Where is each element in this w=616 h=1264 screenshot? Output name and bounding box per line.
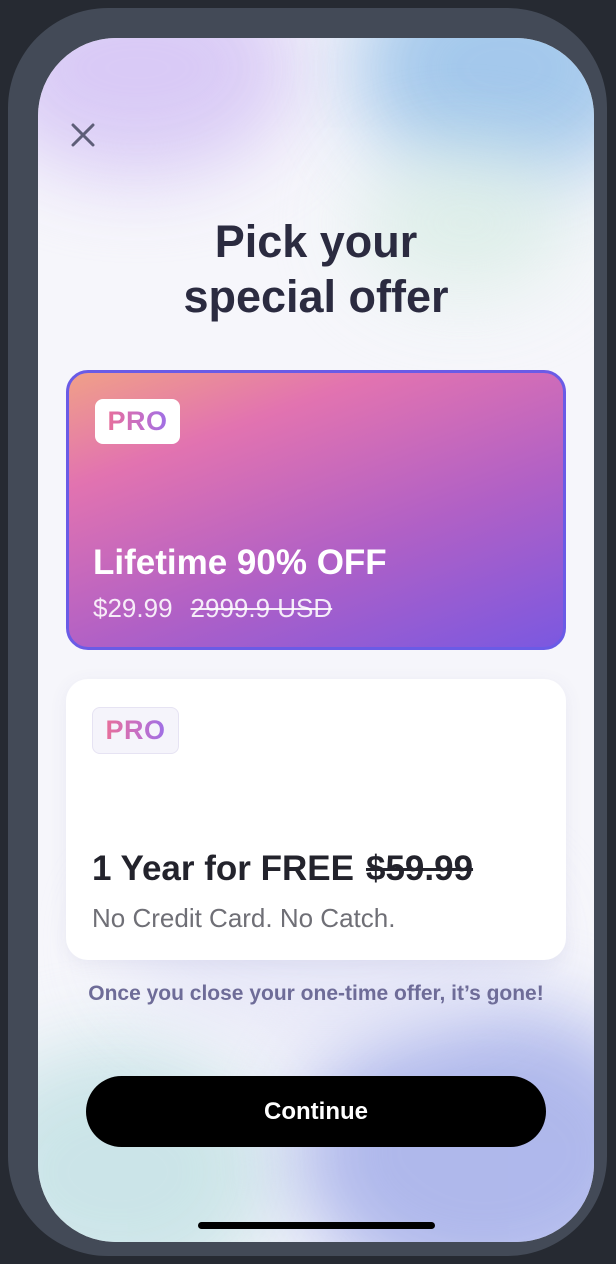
- pro-badge-label: PRO: [107, 406, 168, 436]
- pro-badge-label: PRO: [105, 715, 166, 745]
- page-title-line: Pick your: [214, 216, 418, 267]
- close-icon: [71, 123, 95, 147]
- offer-title: Lifetime 90% OFF: [93, 543, 387, 582]
- offer-title-row: 1 Year for FREE $59.99: [92, 849, 473, 889]
- pro-badge: PRO: [92, 707, 179, 754]
- offer-price: $29.99: [93, 593, 173, 623]
- offer-subtitle: No Credit Card. No Catch.: [92, 903, 396, 933]
- offer-original-price: $59.99: [365, 849, 474, 888]
- continue-button[interactable]: Continue: [86, 1076, 546, 1147]
- offer-card-lifetime[interactable]: PRO Lifetime 90% OFF $29.99 2999.9 USD: [66, 370, 566, 650]
- pro-badge: PRO: [95, 399, 180, 444]
- offer-title: 1 Year for FREE: [92, 849, 354, 888]
- background-glow: [38, 38, 298, 178]
- offer-card-year[interactable]: PRO 1 Year for FREE $59.99 No Credit Car…: [66, 679, 566, 960]
- screen: Pick your special offer PRO Lifetime 90%…: [38, 38, 594, 1242]
- page-title: Pick your special offer: [38, 214, 594, 324]
- device-frame: Pick your special offer PRO Lifetime 90%…: [8, 8, 607, 1256]
- offer-notice: Once you close your one-time offer, it’s…: [88, 982, 544, 1005]
- close-button[interactable]: [66, 118, 100, 152]
- offer-original-price: 2999.9 USD: [190, 593, 333, 623]
- offer-price-row: $29.99 2999.9 USD: [93, 593, 332, 624]
- home-indicator: [198, 1222, 435, 1229]
- page-title-line: special offer: [183, 271, 449, 322]
